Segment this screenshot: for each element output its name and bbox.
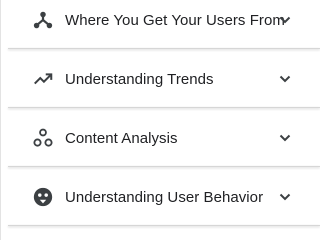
- accordion-item-user-behavior[interactable]: Understanding User Behavior: [8, 168, 317, 226]
- analytics-topics-panel: Where You Get Your Users From Understand…: [0, 0, 320, 240]
- divider: [8, 48, 320, 49]
- chevron-down-icon[interactable]: [278, 190, 292, 204]
- accordion-item-label: Understanding User Behavior: [65, 188, 264, 206]
- chevron-down-icon[interactable]: [278, 13, 292, 27]
- divider: [8, 107, 320, 108]
- hub-icon: [31, 8, 55, 32]
- accordion-item-trends[interactable]: Understanding Trends: [8, 50, 317, 108]
- accordion-item-content-analysis[interactable]: Content Analysis: [8, 109, 317, 167]
- chevron-down-icon[interactable]: [278, 72, 292, 86]
- bubbles-icon: [31, 126, 55, 150]
- divider: [8, 166, 320, 167]
- accordion-item-label: Where You Get Your Users From: [65, 11, 285, 29]
- trending-up-icon: [31, 67, 55, 91]
- accordion-item-label: Understanding Trends: [65, 70, 214, 88]
- chevron-down-icon[interactable]: [278, 131, 292, 145]
- accordion-item-label: Content Analysis: [65, 129, 178, 147]
- face-icon: [31, 185, 55, 209]
- accordion-item-users-source[interactable]: Where You Get Your Users From: [8, 0, 317, 49]
- divider: [8, 225, 320, 226]
